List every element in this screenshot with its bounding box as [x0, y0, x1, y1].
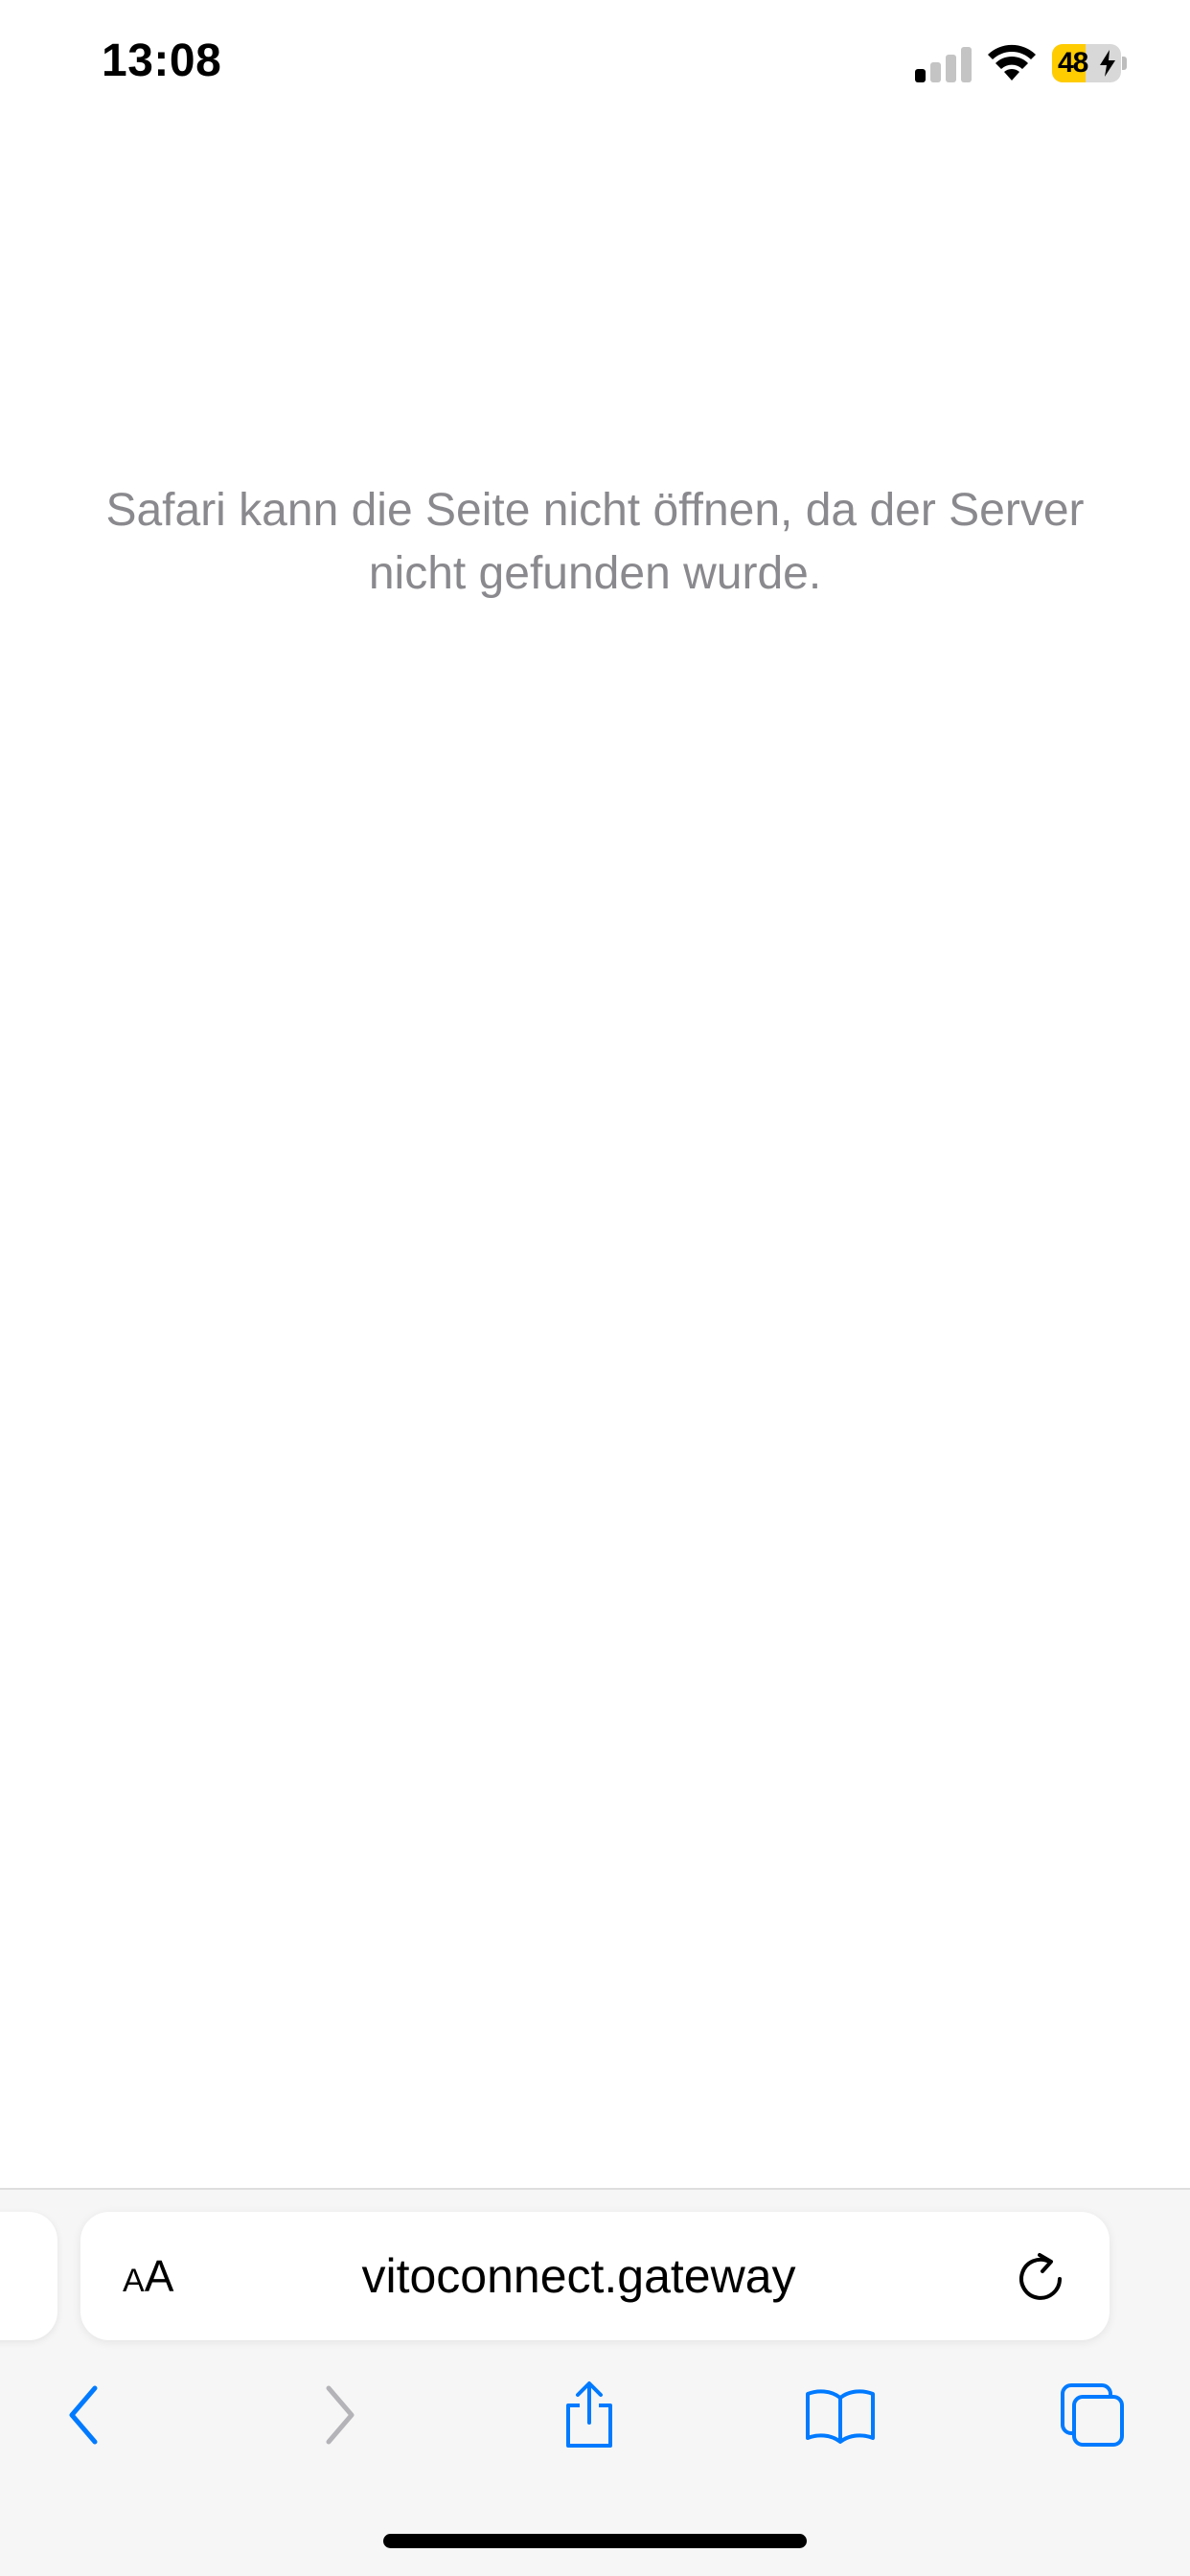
share-icon [566, 2381, 612, 2448]
forward-icon [326, 2385, 355, 2445]
url-field[interactable]: vitoconnect.gateway [272, 2212, 885, 2340]
format-large-a: A [144, 2251, 174, 2301]
bookmarks-icon [806, 2389, 875, 2444]
back-button[interactable] [40, 2367, 126, 2463]
back-icon [69, 2385, 98, 2445]
status-time: 13:08 [102, 35, 222, 86]
tabs-button[interactable] [1049, 2367, 1135, 2463]
error-message: Safari kann die Seite nicht öffnen, da d… [105, 485, 1085, 599]
charging-bolt-icon [1100, 50, 1115, 77]
wifi-icon [988, 44, 1036, 80]
share-button[interactable] [546, 2367, 632, 2463]
browser-toolbar [0, 2367, 1190, 2463]
forward-button[interactable] [297, 2367, 383, 2463]
bookmarks-button[interactable] [797, 2367, 883, 2463]
reload-icon[interactable] [1015, 2250, 1068, 2304]
status-bar: 13:08 48 [0, 0, 1190, 128]
tabs-icon [1061, 2383, 1124, 2447]
cellular-signal-icon [915, 46, 973, 82]
home-indicator[interactable] [383, 2534, 807, 2548]
format-small-a: A [123, 2263, 145, 2299]
page-format-button[interactable]: AA [123, 2212, 173, 2340]
address-bar[interactable]: AA vitoconnect.gateway [80, 2212, 1110, 2340]
battery-icon: 48 [1052, 44, 1127, 82]
previous-tab-preview[interactable] [0, 2212, 57, 2340]
